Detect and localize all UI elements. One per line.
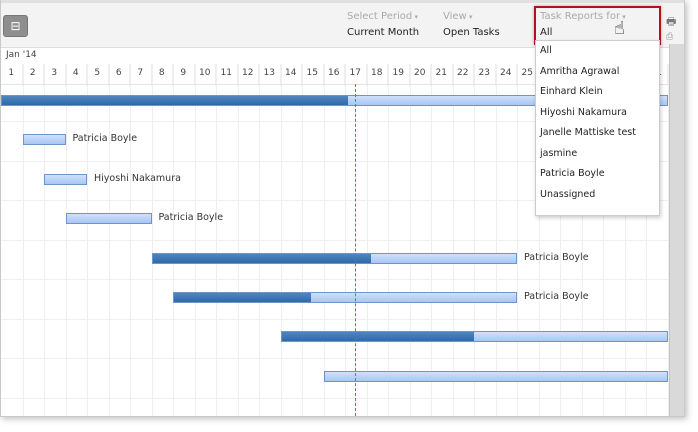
today-line — [355, 84, 356, 416]
menu-option[interactable]: Unassigned — [536, 185, 659, 206]
day-header: 10 — [195, 64, 216, 86]
day-header: 24 — [496, 64, 517, 86]
day-header: 17 — [345, 64, 367, 86]
select-period-dropdown[interactable]: Select Period Current Month — [347, 11, 419, 38]
day-header: 8 — [152, 64, 173, 86]
day-header: 19 — [388, 64, 410, 86]
row-line — [1, 279, 668, 280]
view-value: Open Tasks — [443, 27, 500, 38]
menu-option[interactable]: Amritha Agrawal — [536, 62, 659, 83]
task-progress — [281, 332, 474, 342]
day-header: 15 — [302, 64, 324, 86]
task-bar[interactable] — [22, 134, 66, 146]
day-header: 2 — [23, 64, 44, 86]
task-progress — [174, 293, 311, 302]
gantt-toggle-button[interactable]: ⊟ — [3, 15, 28, 37]
task-progress — [152, 253, 371, 263]
day-header: 14 — [281, 64, 302, 86]
row-line — [1, 239, 668, 241]
task-bar[interactable] — [65, 213, 152, 225]
day-header: 22 — [453, 64, 474, 86]
day-header: 3 — [44, 64, 66, 86]
month-label: Jan '14 — [6, 50, 37, 60]
day-header: 7 — [130, 64, 152, 86]
view-label: View — [443, 11, 500, 22]
day-header: 13 — [259, 64, 281, 86]
day-header: 18 — [367, 64, 388, 86]
menu-option[interactable]: Hiyoshi Nakamura — [536, 103, 659, 124]
day-header: 1 — [1, 64, 23, 86]
task-assignee-label: Patricia Boyle — [158, 212, 224, 224]
task-reports-for-menu: All Amritha Agrawal Einhard Klein Hiyoshi N… — [535, 40, 660, 216]
day-header: 6 — [109, 64, 130, 86]
row-line — [1, 397, 668, 399]
menu-option[interactable]: jasmine — [536, 144, 659, 165]
menu-option[interactable]: Janelle Mattiske test — [536, 123, 659, 144]
vertical-scrollbar[interactable] — [669, 44, 684, 416]
row-line — [1, 318, 668, 320]
day-header: 5 — [87, 64, 109, 86]
task-progress — [2, 96, 348, 105]
task-bar[interactable] — [173, 292, 517, 303]
select-period-value: Current Month — [347, 27, 420, 38]
day-header: 4 — [66, 64, 87, 86]
print-icon[interactable]: 🖶 — [666, 13, 676, 32]
menu-option[interactable]: Einhard Klein — [536, 82, 659, 103]
task-assignee-label: Hiyoshi Nakamura — [94, 172, 181, 184]
gantt-window: ⊟ Select Period Current Month View Open … — [0, 0, 685, 417]
export-icon[interactable]: ⎙ — [666, 32, 673, 42]
hand-cursor-icon: ☝ — [614, 18, 625, 39]
day-header: 23 — [474, 64, 496, 86]
task-bar[interactable] — [280, 331, 668, 343]
day-header: 9 — [173, 64, 195, 86]
task-bar[interactable] — [151, 252, 517, 264]
select-period-label: Select Period — [347, 11, 419, 22]
day-header: 20 — [410, 64, 431, 86]
day-header: 21 — [431, 64, 453, 86]
task-bar[interactable] — [323, 370, 668, 382]
task-assignee-label: Patricia Boyle — [524, 291, 589, 302]
menu-option[interactable]: All — [536, 41, 659, 62]
view-dropdown[interactable]: View Open Tasks — [443, 11, 500, 38]
gantt-icon: ⊟ — [10, 19, 21, 33]
menu-option[interactable]: Patricia Boyle — [536, 164, 659, 185]
day-header: 11 — [216, 64, 238, 86]
day-header: 16 — [324, 64, 345, 86]
task-assignee-label: Patricia Boyle — [72, 133, 138, 145]
task-bar[interactable] — [44, 173, 87, 185]
task-assignee-label: Patricia Boyle — [524, 251, 589, 263]
day-header: 12 — [238, 64, 259, 86]
row-line — [1, 358, 668, 359]
